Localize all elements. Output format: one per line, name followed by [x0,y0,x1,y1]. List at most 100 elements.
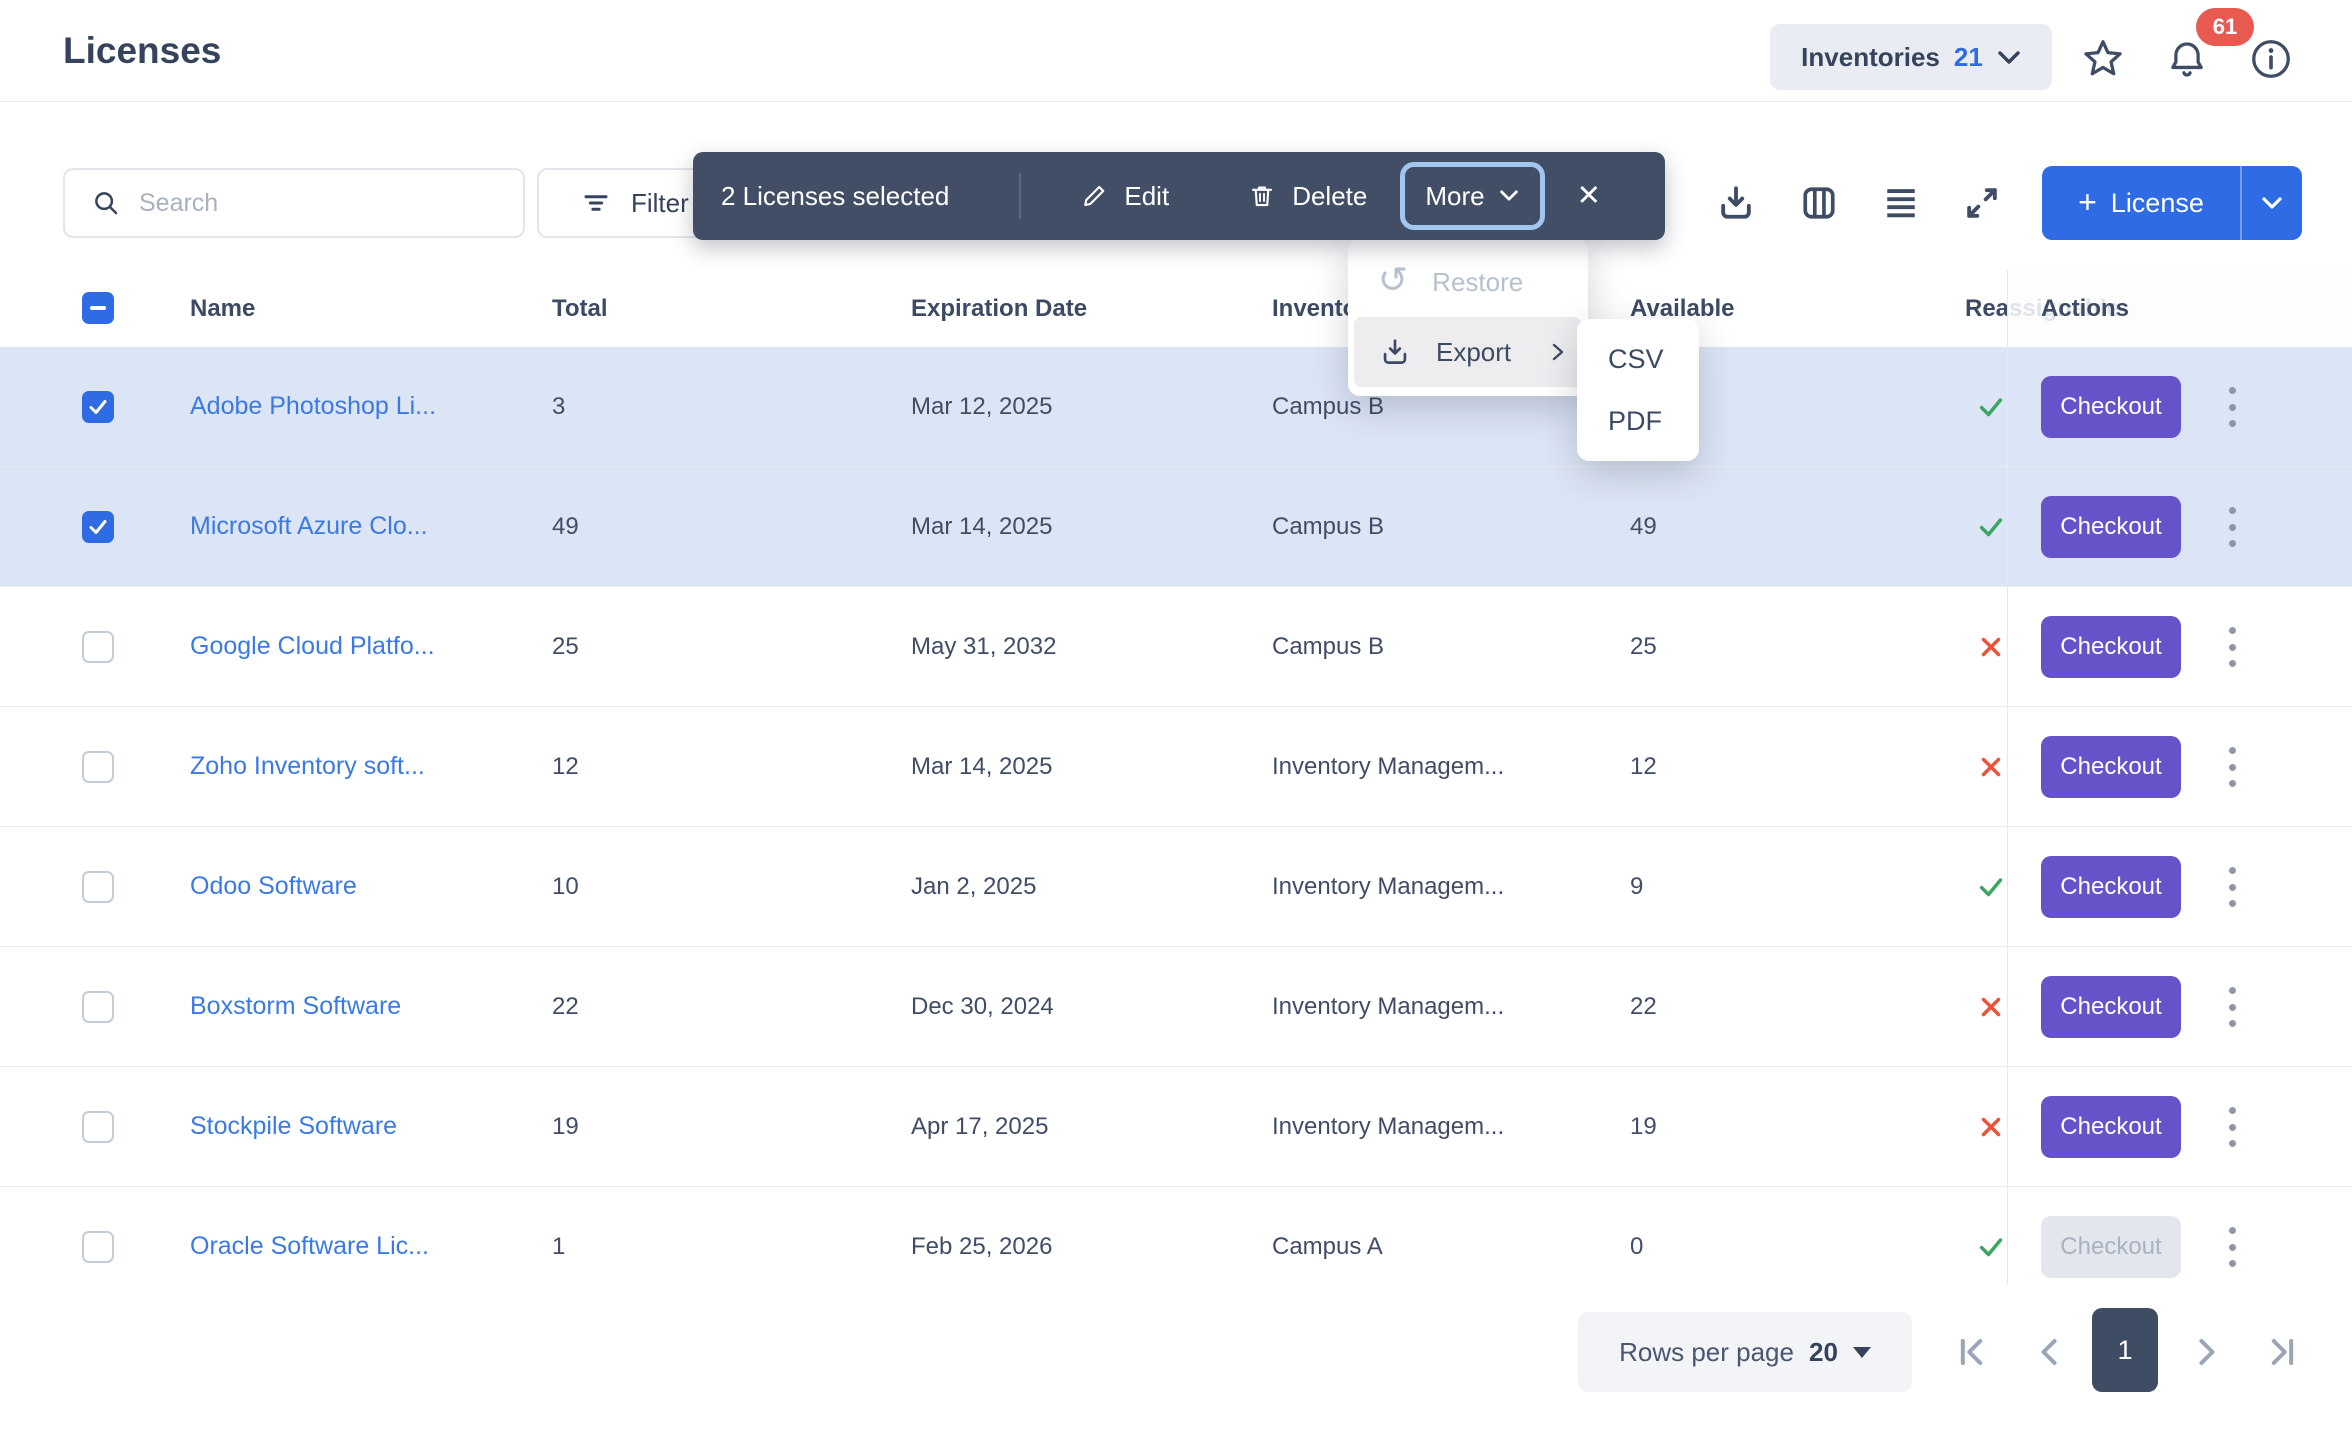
column-header-expiration[interactable]: Expiration Date [911,270,1087,347]
close-selection-button[interactable]: ✕ [1577,182,1601,211]
rows-per-page-select[interactable]: Rows per page 20 [1578,1312,1912,1392]
current-page-button[interactable]: 1 [2092,1308,2158,1392]
top-bar: Licenses Inventories 21 61 [0,0,2352,102]
first-page-button[interactable] [1950,1330,1994,1374]
license-name-link[interactable]: Stockpile Software [190,1067,397,1186]
row-kebab-menu[interactable] [2223,1104,2241,1150]
star-icon[interactable] [2080,36,2126,82]
export-download-icon[interactable] [1714,181,1758,225]
license-name-link[interactable]: Boxstorm Software [190,947,401,1066]
export-submenu: CSV PDF [1577,319,1699,461]
indeterminate-mark [90,306,106,310]
reassignable-status [1976,752,2006,782]
actions-sticky-cell: Checkout [2007,1067,2352,1186]
selection-toolbar: 2 Licenses selected Edit Delete More ✕ [693,152,1665,240]
inventory-cell: Inventory Managem... [1272,707,1504,826]
table-header: Name Total Expiration Date Inventory Ava… [0,270,2352,348]
rows-per-page-value: 20 [1809,1337,1838,1368]
restore-icon: ↺ [1378,262,1408,298]
toolbar-divider [1019,173,1021,219]
row-checkbox[interactable] [82,1111,114,1143]
add-license-caret-button[interactable] [2242,166,2302,240]
available-cell: 12 [1630,707,1657,826]
checkout-button[interactable]: Checkout [2041,856,2181,918]
row-kebab-menu[interactable] [2223,744,2241,790]
row-kebab-menu[interactable] [2223,384,2241,430]
license-name-link[interactable]: Adobe Photoshop Li... [190,347,436,466]
export-csv-item[interactable]: CSV [1577,328,1699,390]
checkout-button[interactable]: Checkout [2041,376,2181,438]
license-name-link[interactable]: Odoo Software [190,827,357,946]
x-icon [1976,992,2006,1022]
checkout-button[interactable]: Checkout [2041,616,2181,678]
total-cell: 22 [552,947,579,1066]
page-title: Licenses [63,30,221,72]
checkout-button[interactable]: Checkout [2041,736,2181,798]
rows-per-page-label: Rows per page [1619,1337,1794,1368]
row-checkbox[interactable] [82,991,114,1023]
delete-button[interactable]: Delete [1247,181,1367,212]
row-checkbox[interactable] [82,511,114,543]
add-license-button[interactable]: + License [2042,166,2240,240]
actions-sticky-header: Actions [2007,270,2352,347]
expiration-cell: Mar 14, 2025 [911,707,1052,826]
export-label: Export [1436,337,1511,368]
checkout-button[interactable]: Checkout [2041,1216,2181,1278]
total-cell: 25 [552,587,579,706]
row-kebab-menu[interactable] [2223,1224,2241,1270]
restore-menu-item[interactable]: ↺ Restore [1354,247,1582,317]
table-row: Boxstorm Software 22 Dec 30, 2024 Invent… [0,947,2352,1067]
edit-button[interactable]: Edit [1079,181,1169,212]
row-checkbox[interactable] [82,391,114,423]
last-page-button[interactable] [2260,1330,2304,1374]
license-name-link[interactable]: Google Cloud Platfo... [190,587,435,706]
table-row: Zoho Inventory soft... 12 Mar 14, 2025 I… [0,707,2352,827]
add-license-label: License [2111,188,2204,219]
available-cell: 25 [1630,587,1657,706]
next-page-button[interactable] [2184,1330,2228,1374]
license-name-link[interactable]: Zoho Inventory soft... [190,707,425,826]
row-kebab-menu[interactable] [2223,624,2241,670]
row-checkbox[interactable] [82,1231,114,1263]
select-all-checkbox[interactable] [82,292,114,324]
license-name-link[interactable]: Microsoft Azure Clo... [190,467,428,586]
expiration-cell: Mar 14, 2025 [911,467,1052,586]
expand-fullscreen-icon[interactable] [1960,181,2004,225]
row-kebab-menu[interactable] [2223,504,2241,550]
search-input[interactable] [137,188,481,219]
row-checkbox[interactable] [82,751,114,783]
previous-page-button[interactable] [2028,1330,2072,1374]
check-icon [1976,512,2006,542]
expiration-cell: Apr 17, 2025 [911,1067,1048,1186]
edit-label: Edit [1124,181,1169,212]
actions-sticky-cell: Checkout [2007,1187,2352,1285]
columns-icon[interactable] [1797,181,1841,225]
export-menu-item[interactable]: Export [1354,317,1582,387]
chevron-down-icon [1498,189,1520,203]
checkout-button[interactable]: Checkout [2041,976,2181,1038]
row-kebab-menu[interactable] [2223,864,2241,910]
expiration-cell: Feb 25, 2026 [911,1187,1052,1285]
checkout-button[interactable]: Checkout [2041,1096,2181,1158]
total-cell: 1 [552,1187,565,1285]
row-checkbox[interactable] [82,871,114,903]
row-checkbox[interactable] [82,631,114,663]
x-icon [1976,752,2006,782]
pencil-icon [1079,181,1109,211]
row-kebab-menu[interactable] [2223,984,2241,1030]
info-icon[interactable] [2248,36,2294,82]
column-header-name[interactable]: Name [190,270,255,347]
inventories-dropdown[interactable]: Inventories 21 [1770,24,2052,90]
notification-badge: 61 [2196,8,2254,46]
more-button[interactable]: More [1400,162,1544,230]
reassignable-status [1976,632,2006,662]
license-name-link[interactable]: Oracle Software Lic... [190,1187,429,1285]
row-height-icon[interactable] [1879,181,1923,225]
actions-sticky-cell: Checkout [2007,707,2352,826]
checkout-button[interactable]: Checkout [2041,496,2181,558]
expiration-cell: Mar 12, 2025 [911,347,1052,466]
bell-icon[interactable] [2164,36,2210,82]
export-pdf-item[interactable]: PDF [1577,390,1699,452]
column-header-total[interactable]: Total [552,270,608,347]
check-icon [1976,872,2006,902]
